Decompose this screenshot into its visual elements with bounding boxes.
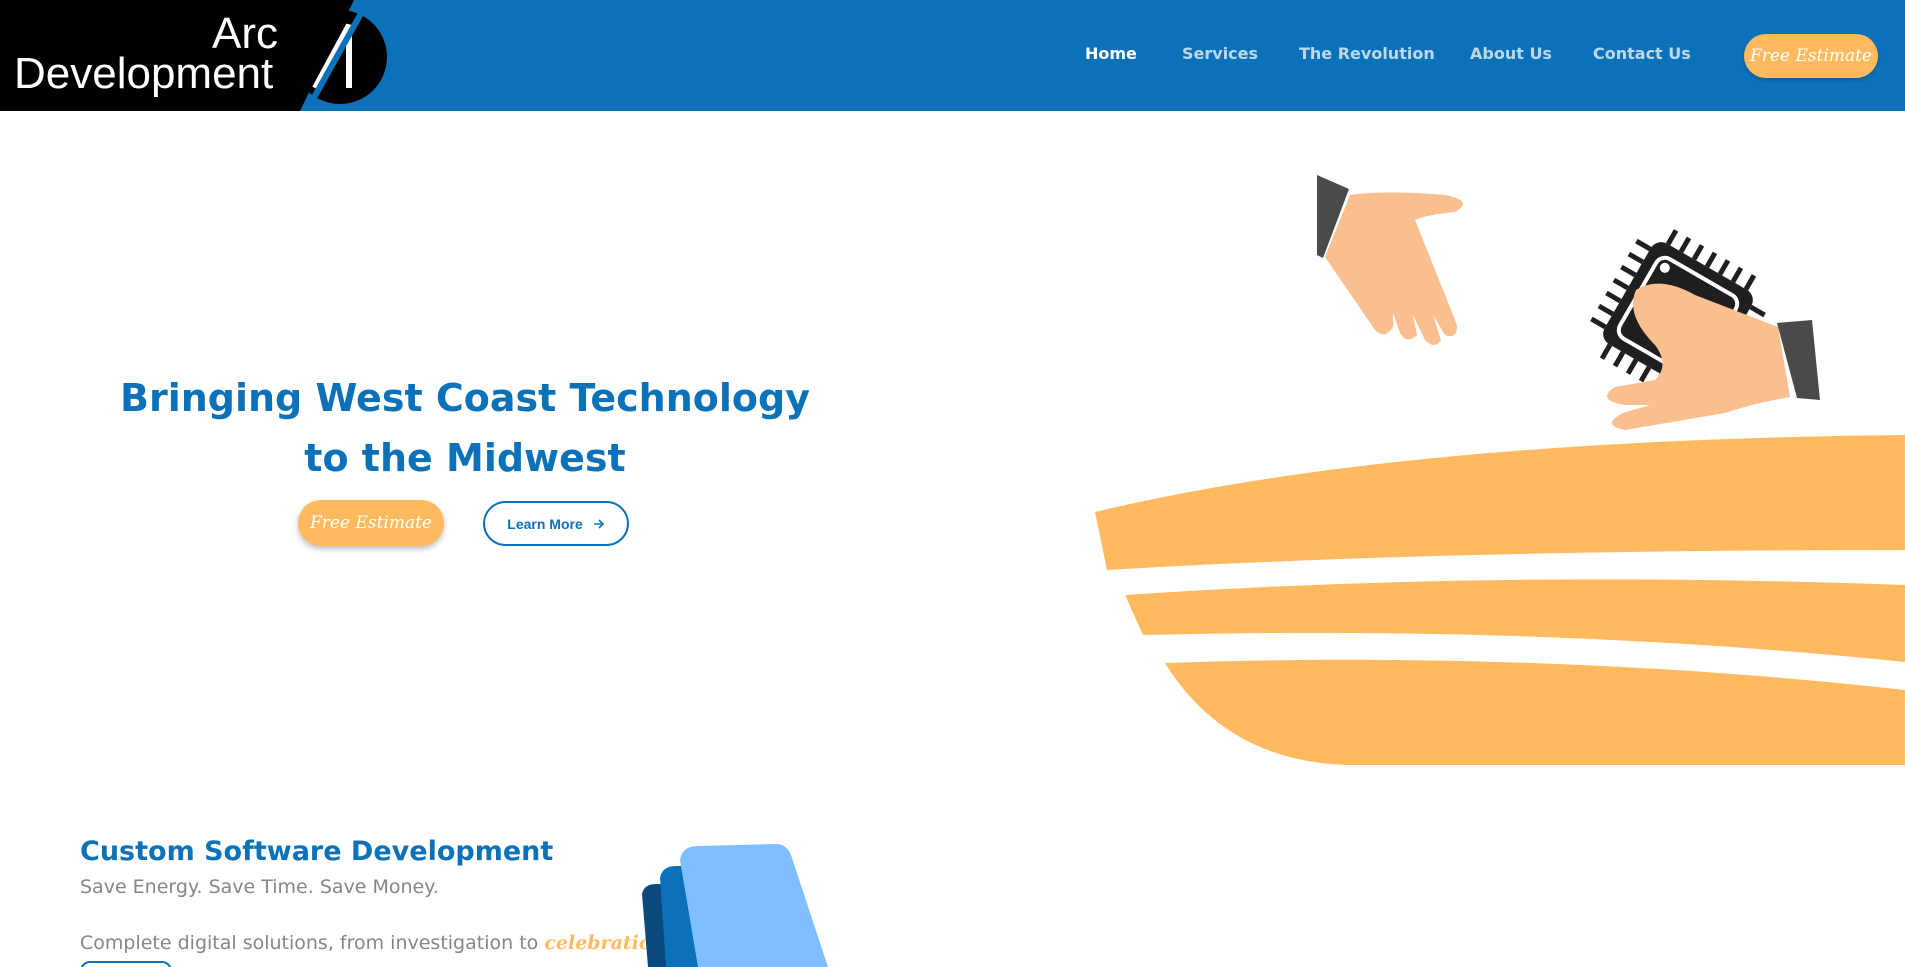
orange-stripe-middle (1125, 579, 1905, 662)
orange-stripe-top (1095, 435, 1905, 570)
nav-tab-contact[interactable]: Contact Us (1593, 44, 1691, 63)
services-section-title: Custom Software Development (80, 836, 554, 867)
orange-stripe-bottom (1165, 659, 1905, 765)
hero-learn-more-label: Learn More (507, 515, 583, 532)
left-hand-icon (1317, 175, 1463, 345)
logo[interactable]: Arc Development (0, 0, 390, 111)
arrow-right-icon (593, 518, 604, 529)
services-subtitle: Save Energy. Save Time. Save Money. (80, 876, 439, 898)
hero-title-line1: Bringing West Coast Technology (120, 376, 810, 420)
services-description: Complete digital solutions, from investi… (80, 932, 672, 954)
header-free-estimate-button[interactable]: Free Estimate (1744, 34, 1878, 78)
services-learn-more-button[interactable] (80, 961, 172, 967)
nav-tab-about[interactable]: About Us (1470, 44, 1552, 63)
hero-title-line2: to the Midwest (304, 436, 626, 480)
hero-title: Bringing West Coast Technology to the Mi… (110, 368, 820, 488)
hero-illustration (1095, 175, 1905, 765)
nav-tab-revolution[interactable]: The Revolution (1299, 44, 1435, 63)
hero-free-estimate-button[interactable]: Free Estimate (298, 500, 444, 546)
custom-software-icon (642, 844, 828, 967)
services-description-text: Complete digital solutions, from investi… (80, 932, 545, 954)
nav-tab-home[interactable]: Home (1085, 44, 1137, 63)
logo-text-development: Development (14, 49, 274, 98)
nav-tab-services[interactable]: Services (1182, 44, 1258, 63)
site-header: Arc Development Home Services The Revolu… (0, 0, 1905, 111)
hero-learn-more-button[interactable]: Learn More (483, 501, 629, 546)
